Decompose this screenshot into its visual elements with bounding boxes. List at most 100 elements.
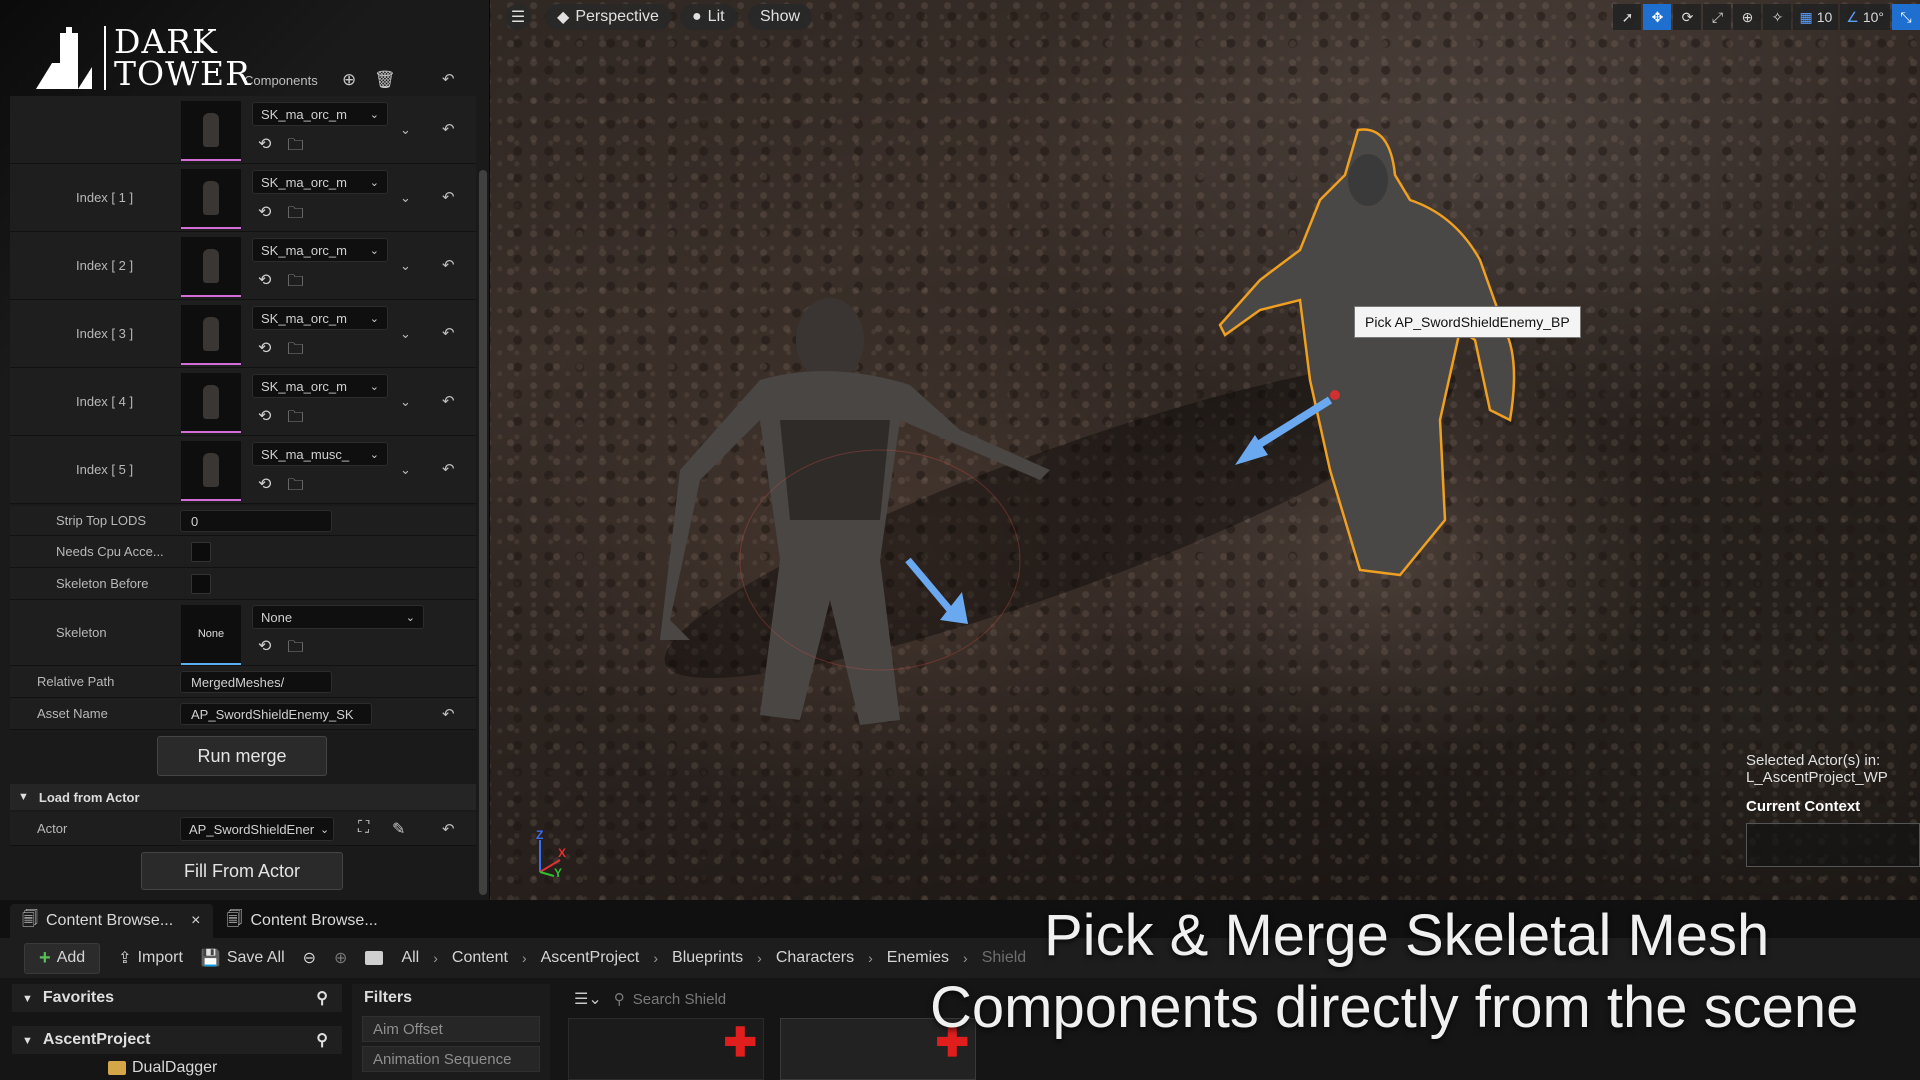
- skeleton-before-checkbox[interactable]: [191, 574, 211, 594]
- strip-top-lods-row: Strip Top LODS 0: [10, 506, 476, 536]
- filter-aim-offset[interactable]: Aim Offset: [362, 1016, 540, 1042]
- mesh-thumbnail[interactable]: [181, 169, 241, 229]
- expand-chevron-icon[interactable]: ⌄: [400, 122, 411, 138]
- use-selected-icon[interactable]: ⟲: [258, 270, 271, 297]
- filter-animation-sequence[interactable]: Animation Sequence: [362, 1046, 540, 1072]
- fill-from-actor-button[interactable]: Fill From Actor: [141, 852, 343, 890]
- mesh-thumbnail[interactable]: [181, 373, 241, 433]
- reset-icon[interactable]: ↶: [442, 70, 455, 88]
- actor-row: Actor AP_SwordShieldEner ⌄ ⛶ ✎ ↶: [10, 812, 476, 846]
- project-header[interactable]: ▼ AscentProject ⚲: [12, 1026, 342, 1054]
- search-icon[interactable]: ⚲: [316, 1030, 328, 1050]
- tab-content-browser-1[interactable]: 🗐 Content Browse... ×: [10, 904, 213, 938]
- viewport-menu-button[interactable]: ☰: [505, 4, 531, 30]
- use-selected-icon[interactable]: ⟲: [258, 406, 271, 433]
- search-icon[interactable]: ⚲: [316, 988, 328, 1008]
- rotate-icon[interactable]: ⟳: [1673, 4, 1702, 30]
- skeleton-dropdown[interactable]: None ⌄: [252, 605, 424, 629]
- mesh-dropdown[interactable]: SK_ma_orc_m ⌄: [252, 238, 388, 262]
- mesh-dropdown[interactable]: SK_ma_orc_m ⌄: [252, 170, 388, 194]
- relative-path-input[interactable]: MergedMeshes/: [180, 671, 332, 693]
- asset-tile[interactable]: ✚: [568, 1018, 764, 1080]
- add-label: Add: [56, 949, 86, 966]
- rotation-snap-button[interactable]: ∠ 10°: [1840, 4, 1890, 30]
- history-forward-icon[interactable]: ⊕: [334, 948, 347, 968]
- perspective-button[interactable]: ◆ Perspective: [545, 4, 671, 30]
- reset-icon[interactable]: ↶: [442, 705, 455, 723]
- save-all-button[interactable]: 💾 Save All: [201, 948, 285, 968]
- reset-icon[interactable]: ↶: [442, 188, 455, 206]
- reset-icon[interactable]: ↶: [442, 256, 455, 274]
- breadcrumb-item[interactable]: AscentProject: [541, 949, 640, 967]
- mesh-thumbnail[interactable]: [181, 237, 241, 297]
- use-selected-icon[interactable]: ⟲: [258, 134, 271, 161]
- use-selected-icon[interactable]: ⟲: [258, 338, 271, 365]
- expand-chevron-icon[interactable]: ⌄: [400, 258, 411, 274]
- mesh-dropdown[interactable]: SK_ma_orc_m ⌄: [252, 306, 388, 330]
- history-back-icon[interactable]: ⊖: [303, 948, 316, 968]
- actor-dropdown[interactable]: AP_SwordShieldEner ⌄: [180, 817, 334, 841]
- expand-chevron-icon[interactable]: ⌄: [400, 326, 411, 342]
- filter-icon[interactable]: ☰⌄: [574, 989, 602, 1009]
- eyedropper-icon[interactable]: ✎: [392, 819, 405, 839]
- pick-actor-icon[interactable]: ⛶: [358, 819, 369, 837]
- details-scrollbar[interactable]: [479, 170, 487, 895]
- save-all-label: Save All: [226, 949, 285, 966]
- favorites-header[interactable]: ▼ Favorites ⚲: [12, 984, 342, 1012]
- browse-folder-icon[interactable]: 🗀: [287, 636, 303, 663]
- hamburger-icon: ☰: [510, 9, 526, 26]
- expand-chevron-icon[interactable]: ⌄: [400, 462, 411, 478]
- reset-icon[interactable]: ↶: [442, 120, 455, 138]
- breadcrumb-item[interactable]: Content: [452, 949, 508, 967]
- browse-folder-icon[interactable]: 🗀: [287, 338, 303, 365]
- add-element-icon[interactable]: ⊕: [342, 70, 356, 90]
- search-input[interactable]: Search Shield: [633, 991, 726, 1008]
- asset-name-input[interactable]: AP_SwordShieldEnemy_SK: [180, 703, 372, 725]
- reset-icon[interactable]: ↶: [442, 392, 455, 410]
- tab-content-browser-2[interactable]: 🗐 Content Browse...: [215, 904, 390, 938]
- browse-folder-icon[interactable]: 🗀: [287, 134, 303, 161]
- reset-icon[interactable]: ↶: [442, 820, 455, 838]
- browse-folder-icon[interactable]: 🗀: [287, 270, 303, 297]
- import-button[interactable]: ⇪ Import: [118, 948, 183, 968]
- scale-icon[interactable]: ⤢: [1703, 4, 1732, 30]
- browse-folder-icon[interactable]: 🗀: [287, 474, 303, 501]
- browse-folder-icon[interactable]: 🗀: [287, 202, 303, 229]
- surface-snap-icon[interactable]: ✧: [1763, 4, 1792, 30]
- mesh-dropdown[interactable]: SK_ma_orc_m ⌄: [252, 102, 388, 126]
- reset-icon[interactable]: ↶: [442, 460, 455, 478]
- show-button[interactable]: Show: [748, 4, 813, 30]
- mesh-thumbnail[interactable]: [181, 441, 241, 501]
- use-selected-icon[interactable]: ⟲: [258, 474, 271, 501]
- breadcrumb-item[interactable]: Blueprints: [672, 949, 743, 967]
- close-icon[interactable]: ×: [191, 912, 200, 930]
- add-button[interactable]: + Add: [24, 942, 101, 974]
- expand-chevron-icon[interactable]: ⌄: [400, 190, 411, 206]
- select-cursor-icon[interactable]: ➚: [1613, 4, 1642, 30]
- reset-icon[interactable]: ↶: [442, 324, 455, 342]
- mesh-dropdown[interactable]: SK_ma_orc_m ⌄: [252, 374, 388, 398]
- maximize-icon[interactable]: ⤡: [1892, 4, 1920, 30]
- expand-chevron-icon[interactable]: ⌄: [400, 394, 411, 410]
- use-selected-icon[interactable]: ⟲: [258, 202, 271, 229]
- mesh-thumbnail[interactable]: [181, 101, 241, 161]
- breadcrumb-item[interactable]: All: [401, 949, 419, 967]
- asset-search-box[interactable]: ⚲ Search Shield: [614, 990, 726, 1009]
- use-selected-icon[interactable]: ⟲: [258, 636, 271, 663]
- skeleton-thumbnail[interactable]: None: [181, 605, 241, 665]
- run-merge-button[interactable]: Run merge: [157, 736, 327, 776]
- breadcrumb-item[interactable]: Characters: [776, 949, 854, 967]
- needs-cpu-checkbox[interactable]: [191, 542, 211, 562]
- translate-icon[interactable]: ✥: [1643, 4, 1672, 30]
- delete-icon[interactable]: 🗑: [374, 70, 396, 90]
- grid-snap-button[interactable]: ▦ 10: [1793, 4, 1839, 30]
- folder-item[interactable]: DualDagger: [12, 1054, 342, 1080]
- mesh-dropdown[interactable]: SK_ma_musc_ ⌄: [252, 442, 388, 466]
- browse-folder-icon[interactable]: 🗀: [287, 406, 303, 433]
- strip-top-lods-input[interactable]: 0: [180, 510, 332, 532]
- lit-button[interactable]: ● Lit: [680, 4, 737, 30]
- coordinate-space-icon[interactable]: ⊕: [1733, 4, 1762, 30]
- skeleton-before-label: Skeleton Before: [56, 576, 149, 591]
- load-from-actor-header[interactable]: ▼ Load from Actor: [10, 784, 476, 810]
- mesh-thumbnail[interactable]: [181, 305, 241, 365]
